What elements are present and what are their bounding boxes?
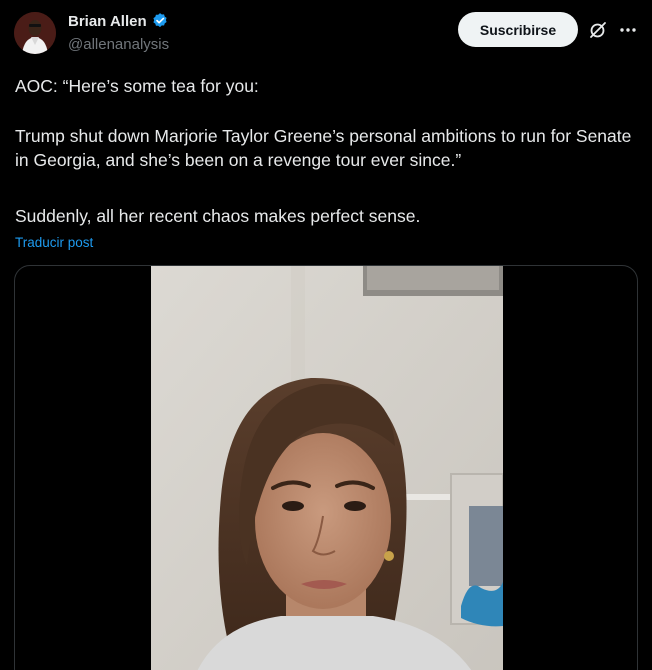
video-frame[interactable]: [151, 266, 503, 670]
post-card: Brian Allen @allenanalysis Suscribirse A…: [0, 0, 652, 670]
post-paragraph: Trump shut down Marjorie Taylor Greene’s…: [15, 126, 632, 170]
author-name-row[interactable]: Brian Allen: [68, 12, 169, 30]
grok-icon[interactable]: [588, 20, 608, 40]
post-paragraph: AOC: “Here’s some tea for you:: [15, 76, 259, 96]
translate-post-link[interactable]: Traducir post: [15, 235, 93, 250]
video-still: [151, 266, 503, 670]
author-name[interactable]: Brian Allen: [68, 13, 147, 30]
more-options-icon[interactable]: [618, 20, 638, 40]
avatar-image: [14, 12, 56, 54]
post-paragraph: Suddenly, all her recent chaos makes per…: [15, 206, 421, 226]
subscribe-button[interactable]: Suscribirse: [458, 12, 578, 47]
media-card[interactable]: [14, 265, 638, 670]
author-handle[interactable]: @allenanalysis: [68, 36, 169, 53]
verified-badge-icon: [151, 12, 169, 30]
avatar[interactable]: [14, 12, 56, 54]
